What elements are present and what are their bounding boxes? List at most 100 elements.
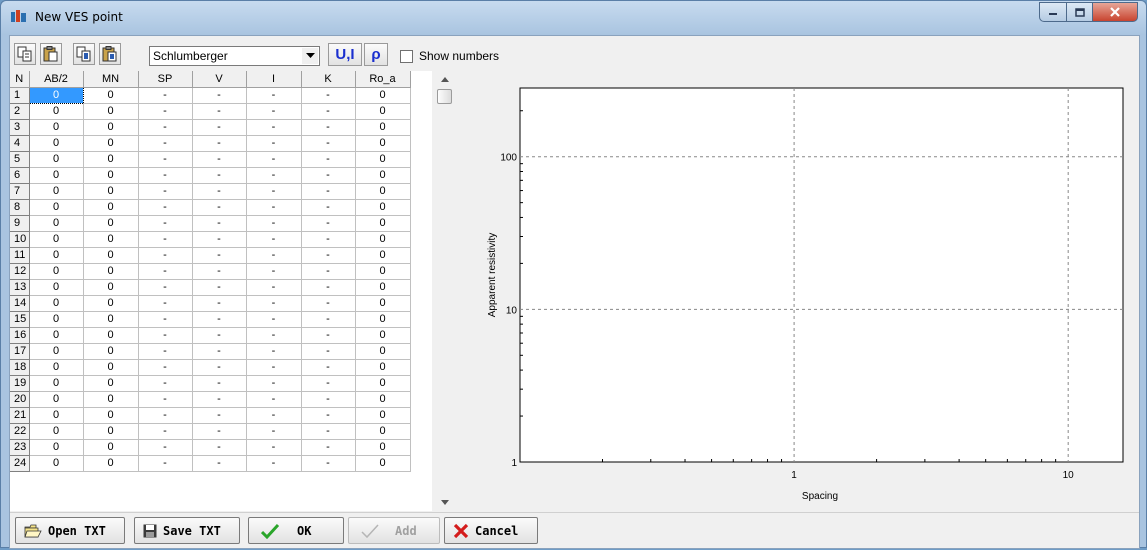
grid-cell-sp[interactable]: - [138,359,193,376]
grid-cell-i[interactable]: - [246,391,302,408]
grid-cell-k[interactable]: - [301,279,356,296]
grid-cell-i[interactable]: - [246,375,302,392]
add-button[interactable]: Add [348,517,440,544]
grid-cell-sp[interactable]: - [138,247,193,264]
grid-cell-v[interactable]: - [192,423,247,440]
grid-cell-ab-2[interactable]: 0 [29,375,84,392]
grid-cell-k[interactable]: - [301,167,356,184]
row-number[interactable]: 7 [10,183,30,200]
grid-cell-ab-2[interactable]: 0 [29,231,84,248]
grid-cell-v[interactable]: - [192,359,247,376]
col-header-mn[interactable]: MN [83,71,139,88]
grid-cell-ab-2[interactable]: 0 [29,199,84,216]
table-row[interactable]: 100----0 [10,86,411,104]
grid-cell-v[interactable]: - [192,343,247,360]
open-txt-button[interactable]: Open TXT [15,517,125,544]
row-number[interactable]: 11 [10,247,30,264]
grid-cell-ab-2[interactable]: 0 [29,279,84,296]
col-header-n[interactable]: N [10,71,30,88]
row-number[interactable]: 24 [10,455,30,472]
grid-cell-mn[interactable]: 0 [83,375,139,392]
table-row[interactable]: 800----0 [10,199,411,216]
grid-cell-ro-a[interactable]: 0 [355,119,411,136]
grid-cell-sp[interactable]: - [138,455,193,472]
grid-cell-v[interactable]: - [192,183,247,200]
grid-cell-sp[interactable]: - [138,135,193,152]
grid-cell-ro-a[interactable]: 0 [355,455,411,472]
row-number[interactable]: 16 [10,327,30,344]
grid-cell-ab-2[interactable]: 0 [29,455,84,472]
table-row[interactable]: 17 0 0- - - -0 [10,343,411,360]
grid-cell-mn[interactable]: 0 [83,359,139,376]
grid-cell-k[interactable]: - [301,183,356,200]
grid-cell-mn[interactable]: 0 [83,167,139,184]
grid-cell-v[interactable]: - [192,327,247,344]
grid-cell-sp[interactable]: - [138,375,193,392]
grid-cell-v[interactable]: - [192,311,247,328]
grid-cell-k[interactable]: - [301,199,356,216]
col-header-ab2[interactable]: AB/2 [29,71,84,88]
grid-cell-k[interactable]: - [301,135,356,152]
grid-cell-ab-2[interactable]: 0 [29,263,84,280]
close-button[interactable] [1092,2,1138,22]
grid-cell-ro-a[interactable]: 0 [355,215,411,232]
table-row[interactable]: 500----0 [10,151,411,168]
grid-cell-ro-a[interactable]: 0 [355,231,411,248]
grid-cell-i[interactable]: - [246,135,302,152]
grid-cell-k[interactable]: - [301,359,356,376]
grid-cell-i[interactable]: - [246,247,302,264]
grid-cell-k[interactable]: - [301,343,356,360]
table-row[interactable]: 600----0 [10,167,411,184]
grid-cell-k[interactable]: - [301,311,356,328]
grid-cell-ro-a[interactable]: 0 [355,263,411,280]
grid-cell-i[interactable]: - [246,407,302,424]
grid-cell-ab-2[interactable]: 0 [29,407,84,424]
grid-cell-ab-2[interactable]: 0 [29,247,84,264]
grid-cell-ab-2[interactable]: 0 [29,167,84,184]
grid-cell-sp[interactable]: - [138,87,193,104]
row-number[interactable]: 12 [10,263,30,280]
table-row[interactable]: 15 0 0- - - -0 [10,311,411,328]
chevron-down-icon[interactable] [302,48,318,64]
table-row[interactable]: 10 0 0- - - -0 [10,231,411,248]
grid-cell-i[interactable]: - [246,295,302,312]
grid-cell-i[interactable]: - [246,455,302,472]
save-txt-button[interactable]: Save TXT [134,517,240,544]
row-number[interactable]: 13 [10,279,30,296]
grid-cell-ro-a[interactable]: 0 [355,359,411,376]
grid-cell-k[interactable]: - [301,391,356,408]
table-row[interactable]: 12 0 0- - - -0 [10,263,411,280]
grid-cell-mn[interactable]: 0 [83,295,139,312]
table-row[interactable]: 700----0 [10,183,411,200]
grid-cell-k[interactable]: - [301,295,356,312]
table-row[interactable]: 20 0 0- - - -0 [10,391,411,408]
grid-cell-ab-2[interactable]: 0 [29,119,84,136]
table-row[interactable]: 22 0 0- - - -0 [10,423,411,440]
grid-cell-sp[interactable]: - [138,263,193,280]
row-number[interactable]: 4 [10,135,30,152]
grid-cell-v[interactable]: - [192,263,247,280]
grid-cell-sp[interactable]: - [138,119,193,136]
grid-cell-mn[interactable]: 0 [83,215,139,232]
table-row[interactable]: 18 0 0- - - -0 [10,359,411,376]
grid-cell-ro-a[interactable]: 0 [355,327,411,344]
grid-cell-i[interactable]: - [246,343,302,360]
grid-cell-ro-a[interactable]: 0 [355,199,411,216]
row-number[interactable]: 8 [10,199,30,216]
grid-cell-v[interactable]: - [192,167,247,184]
grid-cell-k[interactable]: - [301,455,356,472]
grid-cell-k[interactable]: - [301,151,356,168]
grid-cell-v[interactable]: - [192,439,247,456]
grid-cell-v[interactable]: - [192,455,247,472]
table-row[interactable]: 300----0 [10,119,411,136]
grid-cell-mn[interactable]: 0 [83,343,139,360]
grid-cell-mn[interactable]: 0 [83,247,139,264]
grid-cell-mn[interactable]: 0 [83,151,139,168]
table-row[interactable]: 14 0 0- - - -0 [10,295,411,312]
grid-cell-i[interactable]: - [246,183,302,200]
col-header-ro-a[interactable]: Ro_a [355,71,411,88]
grid-cell-ro-a[interactable]: 0 [355,279,411,296]
grid-cell-i[interactable]: - [246,167,302,184]
grid-cell-v[interactable]: - [192,119,247,136]
grid-cell-ro-a[interactable]: 0 [355,343,411,360]
